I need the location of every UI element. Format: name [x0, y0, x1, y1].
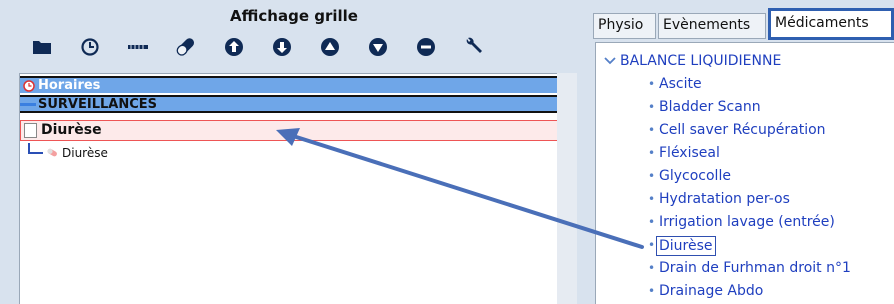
- grid-row-horaires[interactable]: Horaires: [20, 76, 576, 93]
- bullet-icon: •: [648, 215, 656, 229]
- grid-row-label: Horaires: [38, 78, 101, 93]
- line-icon: [20, 103, 36, 106]
- toolbar: [0, 28, 588, 66]
- grid-row-label: Diurèse: [62, 146, 108, 160]
- panel-title: Affichage grille: [230, 7, 358, 25]
- bullet-icon: •: [648, 284, 656, 298]
- catalog-panel: Physio Evènements Médicaments BALANCE LI…: [588, 0, 894, 304]
- dotted-line-icon[interactable]: [124, 34, 152, 60]
- pill-icon: [47, 148, 57, 157]
- tab-physio[interactable]: Physio: [593, 13, 656, 39]
- catalog-tree: BALANCE LIQUIDIENNE • Ascite • Bladder S…: [595, 42, 894, 304]
- grid-row-label: Diurèse: [41, 122, 102, 138]
- tree-item-glycocolle[interactable]: Glycocolle: [659, 167, 731, 185]
- tree-item-cell-saver[interactable]: Cell saver Récupération: [659, 121, 826, 139]
- grid-row-label: SURVEILLANCES: [38, 97, 157, 112]
- triangle-down-circle-icon[interactable]: [364, 34, 392, 60]
- bullet-icon: •: [648, 123, 656, 137]
- tree-item-irrigation[interactable]: Irrigation lavage (entrée): [659, 213, 835, 231]
- surveillance-grid: Horaires SURVEILLANCES Diurèse Diurèse: [19, 73, 577, 304]
- clock-icon: [23, 80, 35, 92]
- grid-row-diurese-highlighted[interactable]: Diurèse: [20, 120, 576, 141]
- bullet-icon: •: [648, 238, 656, 252]
- bullet-icon: •: [648, 100, 656, 114]
- chevron-down-icon[interactable]: [604, 57, 616, 65]
- arrow-up-circle-icon[interactable]: [220, 34, 248, 60]
- tree-root-balance-liquidienne[interactable]: BALANCE LIQUIDIENNE: [604, 53, 781, 69]
- tree-item-drainage-abdo[interactable]: Drainage Abdo: [659, 282, 763, 300]
- tree-item-flexiseal[interactable]: Fléxiseal: [659, 144, 720, 162]
- folder-icon[interactable]: [28, 34, 56, 60]
- bullet-icon: •: [648, 146, 656, 160]
- pill-icon[interactable]: [172, 34, 200, 60]
- tree-item-hydratation[interactable]: Hydratation per-os: [659, 190, 790, 208]
- tab-bar: Physio Evènements Médicaments: [588, 0, 894, 44]
- bullet-icon: •: [648, 169, 656, 183]
- checkbox-icon[interactable]: [24, 123, 37, 138]
- tab-medicaments[interactable]: Médicaments: [768, 8, 894, 40]
- grid-side-strip: [557, 73, 577, 304]
- tree-item-drain-furhman[interactable]: Drain de Furhman droit n°1: [659, 259, 851, 277]
- triangle-up-circle-icon[interactable]: [316, 34, 344, 60]
- minus-circle-icon[interactable]: [412, 34, 440, 60]
- tab-evenements[interactable]: Evènements: [658, 13, 766, 39]
- tree-item-bladder-scann[interactable]: Bladder Scann: [659, 98, 761, 116]
- tree-item-ascite[interactable]: Ascite: [659, 75, 702, 93]
- bullet-icon: •: [648, 77, 656, 91]
- grid-display-panel: Affichage grille Horaires SURVEILLANCES …: [0, 0, 588, 304]
- grid-row-surveillances[interactable]: SURVEILLANCES: [20, 95, 576, 113]
- wrench-icon[interactable]: [460, 34, 488, 60]
- tree-item-diurese-selected[interactable]: Diurèse: [656, 236, 716, 256]
- bullet-icon: •: [648, 192, 656, 206]
- bullet-icon: •: [648, 261, 656, 275]
- tree-connector-icon: [28, 143, 43, 154]
- arrow-down-circle-icon[interactable]: [268, 34, 296, 60]
- grid-subrow-diurese[interactable]: Diurèse: [20, 143, 576, 163]
- clock-icon[interactable]: [76, 34, 104, 60]
